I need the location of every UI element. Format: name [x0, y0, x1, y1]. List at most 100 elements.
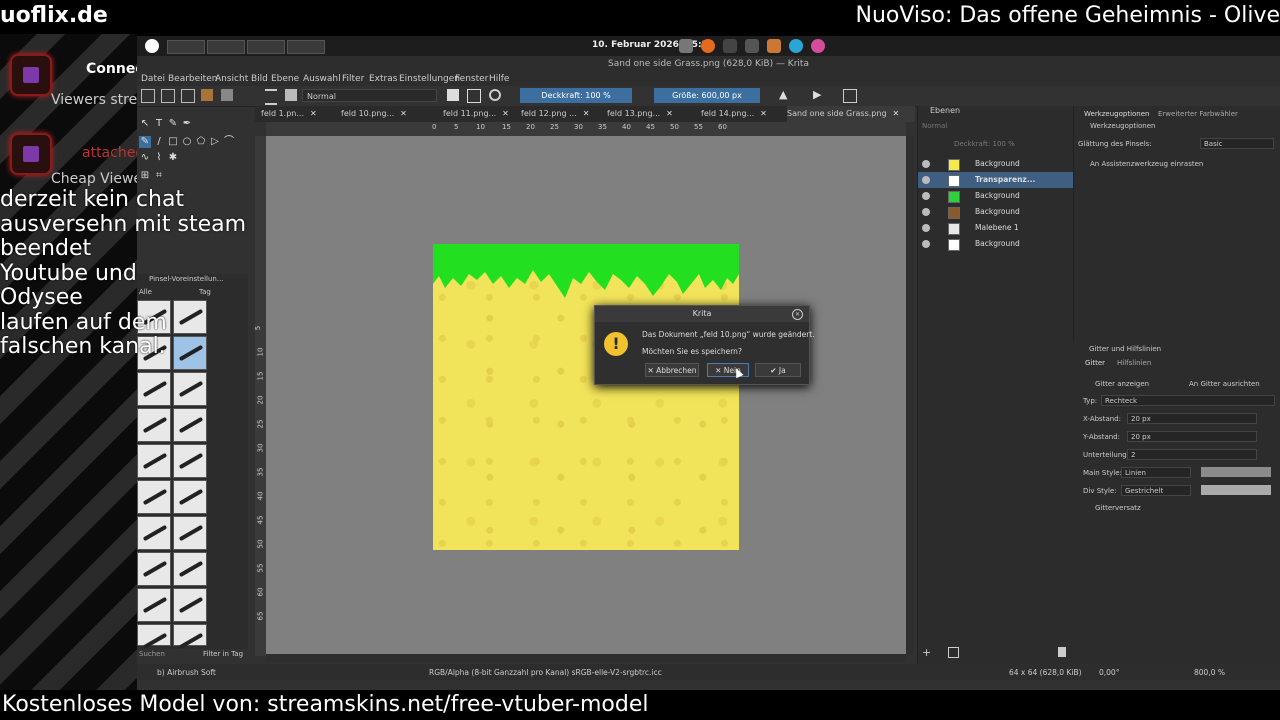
brush-preset[interactable]	[173, 588, 207, 622]
brush-preset[interactable]	[173, 480, 207, 514]
tab-feld-1[interactable]: feld 1.pn... ✕	[261, 106, 331, 122]
brush-preset[interactable]	[137, 516, 171, 550]
system-menu-icon[interactable]	[145, 39, 159, 53]
show-grid-checkbox[interactable]: Gitter anzeigen	[1095, 380, 1149, 388]
eraser-icon[interactable]	[447, 89, 459, 101]
krita-icon[interactable]	[811, 39, 825, 53]
dynamic-brush-icon[interactable]: ⌇	[153, 152, 165, 164]
brush-preset[interactable]	[173, 444, 207, 478]
close-icon[interactable]: ✕	[310, 109, 317, 118]
new-document-icon[interactable]	[141, 89, 155, 103]
x-spacing-input[interactable]: 20 px	[1127, 413, 1257, 424]
duplicate-layer-icon[interactable]	[948, 647, 959, 658]
layer-row[interactable]: Malebene 1	[918, 220, 1073, 236]
tab-grid[interactable]: Gitter	[1085, 359, 1105, 367]
main-color-swatch[interactable]	[1201, 467, 1271, 477]
rotation-value[interactable]: 0,00°	[1099, 668, 1119, 677]
bezier-tool-icon[interactable]: ⌒	[223, 136, 235, 148]
layer-row[interactable]: Background	[918, 204, 1073, 220]
text-tool-icon[interactable]: T	[153, 118, 165, 130]
filter-in-tag-checkbox[interactable]: Filter in Tag	[203, 650, 243, 658]
snap-assistant-checkbox[interactable]: An Assistenzwerkzeug einrasten	[1090, 160, 1203, 168]
menu-auswahl[interactable]: Auswahl	[303, 74, 341, 84]
layer-row[interactable]: Background	[918, 156, 1073, 172]
brush-preset[interactable]	[173, 408, 207, 442]
workspace-1[interactable]	[167, 40, 205, 54]
div-style-select[interactable]: Gestrichelt	[1121, 485, 1191, 496]
blend-mode-select[interactable]: Normal	[302, 89, 437, 102]
crop-icon[interactable]	[843, 89, 857, 103]
reload-icon[interactable]	[489, 89, 501, 101]
menu-bearbeiten[interactable]: Bearbeiten	[168, 74, 217, 84]
yes-button[interactable]: ✔ Ja	[755, 363, 801, 377]
zoom-value[interactable]: 800,0 %	[1194, 668, 1225, 677]
add-layer-icon[interactable]: +	[922, 646, 931, 659]
brush-preset[interactable]	[173, 516, 207, 550]
vertical-scrollbar[interactable]	[906, 136, 914, 654]
smoothing-select[interactable]: Basic	[1200, 138, 1274, 149]
tab-feld-14[interactable]: feld 14.png... ✕	[701, 106, 781, 122]
layer-row[interactable]: Background	[918, 236, 1073, 252]
close-icon[interactable]: ✕	[400, 109, 407, 118]
layer-blend-select[interactable]: Normal	[922, 122, 947, 130]
div-color-swatch[interactable]	[1201, 485, 1271, 495]
close-icon[interactable]: ✕	[760, 109, 767, 118]
brush-preset-icon[interactable]	[285, 89, 297, 101]
brush-preset[interactable]	[137, 588, 171, 622]
eye-icon[interactable]	[922, 176, 930, 184]
menu-filter[interactable]: Filter	[342, 74, 364, 84]
layer-row[interactable]: Background	[918, 188, 1073, 204]
line-tool-icon[interactable]: /	[153, 136, 165, 148]
calligraphy-icon[interactable]: ✒	[181, 118, 193, 130]
alpha-lock-icon[interactable]	[467, 89, 481, 103]
grid-offset-toggle[interactable]: Gitterversatz	[1095, 504, 1141, 512]
eye-icon[interactable]	[922, 224, 930, 232]
opacity-slider[interactable]: Deckkraft: 100 %	[520, 88, 632, 103]
select-arrow-icon[interactable]: ↖	[139, 118, 151, 130]
menu-fenster[interactable]: Fenster	[455, 74, 488, 84]
brush-search-input[interactable]: Suchen	[139, 650, 165, 658]
brush-preset[interactable]	[137, 480, 171, 514]
layer-row-selected[interactable]: Transparenz...	[918, 172, 1073, 188]
cancel-button[interactable]: ✕ Abbrechen	[645, 363, 699, 377]
tab-feld-12[interactable]: feld 12.png ... ✕	[521, 106, 601, 122]
files-icon[interactable]	[679, 39, 693, 53]
close-icon[interactable]: ✕	[502, 109, 509, 118]
menu-ansicht[interactable]: Ansicht	[215, 74, 248, 84]
eye-icon[interactable]	[922, 240, 930, 248]
horizontal-scrollbar[interactable]	[266, 654, 906, 662]
menu-einstellungen[interactable]: Einstellungen	[399, 74, 460, 84]
delete-layer-icon[interactable]	[1058, 647, 1066, 657]
eye-icon[interactable]	[922, 160, 930, 168]
rectangle-tool-icon[interactable]: □	[167, 136, 179, 148]
brush-settings-icon[interactable]	[265, 89, 277, 105]
close-icon[interactable]: ✕	[792, 309, 803, 320]
menu-datei[interactable]: Datei	[141, 74, 165, 84]
close-icon[interactable]: ✕	[583, 109, 590, 118]
close-icon[interactable]: ✕	[666, 109, 673, 118]
app-icon[interactable]	[789, 39, 803, 53]
freehand-brush-icon[interactable]: ✎	[139, 136, 151, 148]
mirror-horizontal-icon[interactable]: ▲	[779, 89, 791, 101]
brush-preset[interactable]	[173, 372, 207, 406]
menu-hilfe[interactable]: Hilfe	[489, 74, 509, 84]
brush-preset[interactable]	[137, 624, 171, 650]
tab-sand-one-side-grass[interactable]: Sand one side Grass.png ✕	[787, 106, 915, 122]
freehand-path-icon[interactable]: ∿	[139, 152, 151, 164]
brush-preset[interactable]	[137, 408, 171, 442]
tab-feld-13[interactable]: feld 13.png... ✕	[607, 106, 687, 122]
crop-tool-icon[interactable]: ⌗	[153, 170, 165, 182]
menu-bild[interactable]: Bild	[251, 74, 268, 84]
layer-opacity[interactable]: Deckkraft: 100 %	[954, 140, 1015, 148]
workspace-3[interactable]	[247, 40, 285, 54]
save-icon[interactable]	[181, 89, 195, 103]
snap-grid-checkbox[interactable]: An Gitter ausrichten	[1189, 380, 1260, 388]
eye-icon[interactable]	[922, 208, 930, 216]
main-style-select[interactable]: Linien	[1121, 467, 1191, 478]
eye-icon[interactable]	[922, 192, 930, 200]
tab-guides[interactable]: Hilfslinien	[1117, 359, 1151, 367]
workspace-2[interactable]	[207, 40, 245, 54]
transform-icon[interactable]: ⊞	[139, 170, 151, 182]
gradient-icon[interactable]	[201, 89, 213, 101]
size-slider[interactable]: Größe: 600,00 px	[654, 88, 760, 103]
